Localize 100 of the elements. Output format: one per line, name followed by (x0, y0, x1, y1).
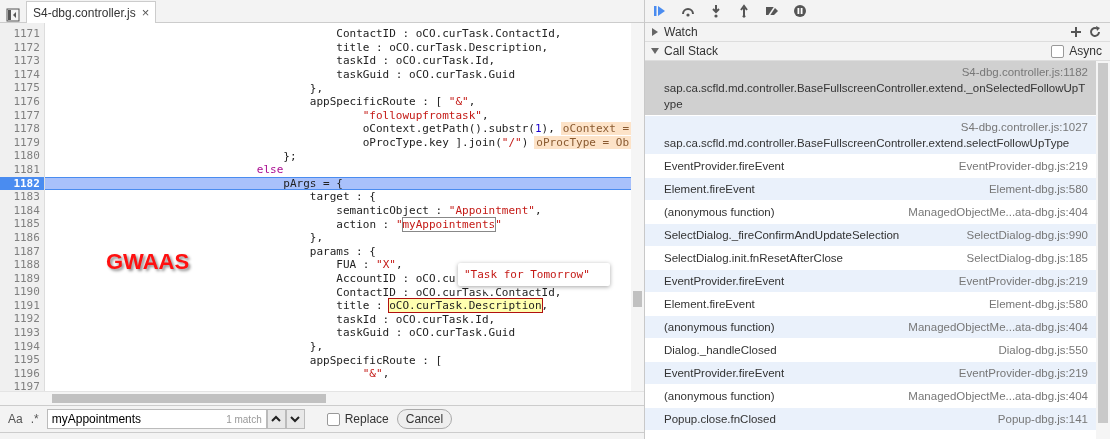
watch-label: Watch (664, 25, 699, 39)
line-number[interactable]: 1178 (0, 122, 44, 136)
code-line: params : { (309, 244, 376, 258)
line-number[interactable]: 1187 (0, 244, 44, 259)
line-number[interactable]: 1191 (0, 298, 44, 313)
line-number[interactable]: 1176 (0, 94, 44, 109)
refresh-icon[interactable] (1088, 25, 1102, 39)
code-line: "followupfromtask", (362, 108, 489, 122)
function-name: Element.fireEvent (664, 297, 755, 312)
function-name: Popup.close.fnClosed (664, 412, 776, 427)
function-name: Dialog._handleClosed (664, 343, 777, 358)
search-field[interactable]: myAppointments 1 match (46, 409, 267, 429)
case-sensitive-toggle[interactable]: Aa (8, 412, 23, 426)
replace-label: Replace (344, 412, 389, 426)
call-stack-frame[interactable]: EventProvider.fireEvent EventProvider-dbg.js:219 (645, 270, 1096, 293)
function-name: Element.fireEvent (664, 182, 755, 197)
add-icon[interactable] (1069, 25, 1083, 39)
source-location: EventProvider-dbg.js:219 (957, 159, 1088, 174)
source-location: SelectDialog-dbg.js:185 (965, 251, 1088, 266)
line-number[interactable]: 1184 (0, 203, 44, 218)
source-location: Popup-dbg.js:141 (996, 412, 1088, 427)
function-name: (anonymous function) (664, 389, 775, 404)
code-line: semanticObject : "Appointment", (336, 204, 542, 217)
line-number[interactable]: 1190 (0, 285, 44, 299)
call-stack-frame[interactable]: S4-dbg.controller.js:1027 sap.ca.scfld.md.controller.BaseFullscreenController.extend.selectFollowUpType (645, 116, 1096, 155)
resume-icon[interactable] (653, 4, 667, 18)
source-location: EventProvider-dbg.js:219 (957, 366, 1088, 381)
line-number[interactable]: 1188 (0, 258, 44, 272)
code-line: }, (309, 81, 323, 95)
code-line: AccountID : oCO.cu (336, 272, 456, 285)
line-number[interactable]: 1186 (0, 230, 44, 245)
line-number[interactable]: 1196 (0, 366, 44, 381)
sidebar-toggle-icon[interactable] (6, 8, 20, 22)
source-location: S4-dbg.controller.js:1027 (959, 120, 1088, 135)
function-name: EventProvider.fireEvent (664, 274, 785, 289)
regex-toggle[interactable]: .* (30, 412, 39, 426)
step-into-icon[interactable] (709, 4, 723, 18)
call-stack-header[interactable]: Call Stack Async (645, 42, 1110, 61)
replace-checkbox[interactable] (326, 412, 340, 426)
call-stack-frame[interactable]: Element.fireEvent Element-dbg.js:580 (645, 178, 1096, 201)
code-line: taskId : oCO.curTask.Id, (336, 312, 496, 326)
line-number[interactable]: 1194 (0, 339, 44, 354)
close-icon[interactable]: × (141, 5, 150, 20)
code-line: appSpecificRoute : [ "&", (309, 95, 476, 109)
function-name: sap.ca.scfld.md.controller.BaseFullscreenController.extend.selectFollowUpType (664, 136, 1071, 151)
code-line: appSpecificRoute : [ (309, 353, 443, 367)
cancel-button[interactable]: Cancel (396, 409, 453, 429)
source-location: Element-dbg.js:580 (987, 182, 1088, 197)
line-number[interactable]: 1175 (0, 81, 44, 95)
annotation-text: GWAAS (106, 249, 190, 275)
code-line: }; (283, 149, 297, 163)
source-location: Dialog-dbg.js:550 (997, 343, 1088, 358)
pause-icon[interactable] (793, 4, 807, 18)
async-checkbox[interactable] (1051, 44, 1065, 58)
horizontal-scrollbar[interactable] (0, 391, 644, 405)
code-line: title : oCO.curTask.Description, (336, 299, 549, 313)
code-line: taskGuid : oCO.curTask.Guid (336, 326, 516, 340)
deactivate-breakpoints-icon[interactable] (765, 4, 779, 18)
line-number[interactable]: 1193 (0, 326, 44, 340)
line-number[interactable]: 1179 (0, 135, 44, 150)
line-number[interactable]: 1189 (0, 271, 44, 286)
source-location: SelectDialog-dbg.js:990 (965, 228, 1088, 243)
inline-value: oProcType = Ob (534, 136, 632, 150)
vertical-scrollbar[interactable] (1096, 61, 1110, 439)
code-line: "&", (362, 367, 390, 381)
line-number[interactable]: 1173 (0, 54, 44, 68)
file-tab-title: S4-dbg.controller.js (33, 5, 136, 20)
source-location: S4-dbg.controller.js:1182 (960, 65, 1088, 80)
vertical-scrollbar[interactable] (631, 23, 644, 391)
code-line: }, (309, 231, 323, 245)
line-number[interactable]: 1181 (0, 162, 44, 177)
code-line: else (256, 163, 284, 177)
line-number[interactable]: 1180 (0, 149, 44, 163)
call-stack-frame[interactable]: (anonymous function) ManagedObjectMe...ata-dbg.js:404 (645, 316, 1096, 339)
line-number[interactable]: 1197 (0, 380, 44, 391)
source-location: ManagedObjectMe...ata-dbg.js:404 (907, 205, 1088, 220)
line-number[interactable]: 1182 (0, 176, 44, 191)
step-out-icon[interactable] (737, 4, 751, 18)
function-name: (anonymous function) (664, 205, 775, 220)
call-stack-frame[interactable]: Popup.close.fnClosed Popup-dbg.js:141 (645, 408, 1096, 431)
watch-header[interactable]: Watch (645, 23, 1110, 42)
line-number[interactable]: 1174 (0, 67, 44, 82)
line-number[interactable]: 1195 (0, 353, 44, 367)
line-number[interactable]: 1177 (0, 108, 44, 123)
line-number[interactable]: 1183 (0, 190, 44, 204)
line-number[interactable]: 1172 (0, 40, 44, 55)
code-line: }, (309, 339, 323, 353)
code-line: taskId : oCO.curTask.Id, (336, 54, 496, 68)
function-name: (anonymous function) (664, 320, 775, 335)
line-number[interactable]: 1171 (0, 27, 44, 41)
call-stack-frame[interactable]: S4-dbg.controller.js:1182 sap.ca.scfld.md.controller.BaseFullscreenController.extend._onSelectedFollowUpType (645, 61, 1096, 116)
line-number[interactable]: 1185 (0, 217, 44, 231)
value-tooltip: "Task for Tomorrow" (458, 263, 610, 286)
line-number[interactable]: 1192 (0, 312, 44, 327)
call-stack-label: Call Stack (664, 44, 720, 58)
call-stack-frame[interactable]: SelectDialog._fireConfirmAndUpdateSelection SelectDialog-dbg.js:990 (645, 224, 1096, 247)
file-tab[interactable]: S4-dbg.controller.js × (26, 1, 157, 23)
function-name: sap.ca.scfld.md.controller.BaseFullscreenController.extend._onSelectedFollowUpType (664, 81, 1087, 112)
code-line: pArgs = { (283, 176, 343, 190)
call-stack-frame[interactable]: EventProvider.fireEvent EventProvider-dbg.js:219 (645, 362, 1096, 385)
